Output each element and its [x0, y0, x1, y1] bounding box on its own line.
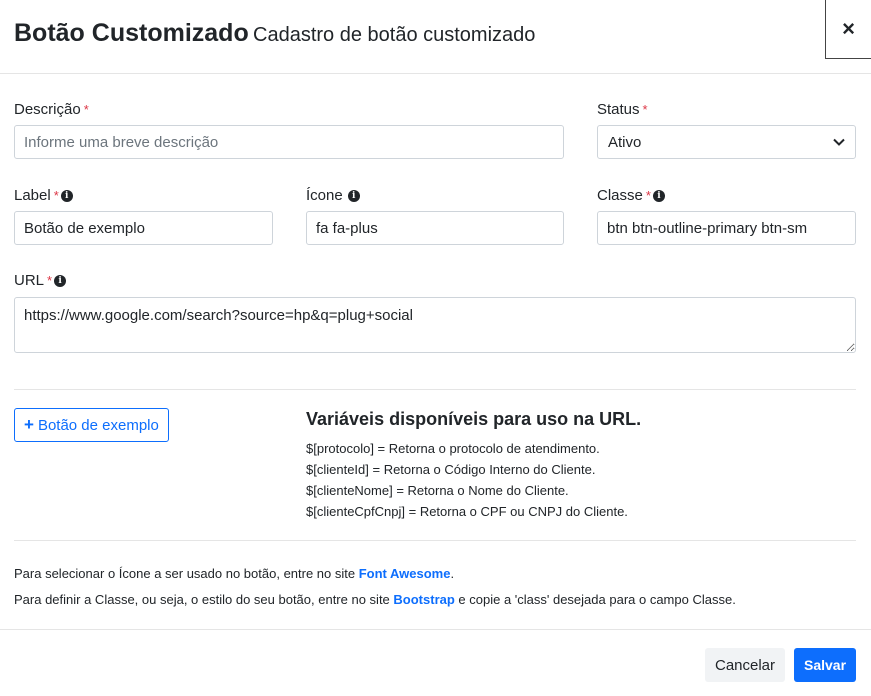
icone-input[interactable]	[306, 211, 564, 245]
url-label: URL * i	[14, 272, 67, 289]
help-line-bootstrap: Para definir a Classe, ou seja, o estilo…	[14, 592, 736, 607]
required-mark: *	[53, 188, 59, 203]
section-divider	[14, 540, 856, 541]
header-divider	[0, 73, 871, 74]
label-field-label: Label * i	[14, 187, 73, 204]
example-preview-label: Botão de exemplo	[37, 416, 159, 434]
close-button[interactable]: ×	[825, 0, 871, 59]
variable-line: $[clienteCpfCnpj] = Retorna o CPF ou CNP…	[306, 504, 628, 519]
classe-input[interactable]	[597, 211, 856, 245]
plus-icon: +	[24, 415, 34, 434]
variable-line: $[protocolo] = Retorna o protocolo de at…	[306, 441, 600, 456]
label-input[interactable]	[14, 211, 273, 245]
info-icon[interactable]: i	[652, 189, 665, 202]
help-line-font-awesome: Para selecionar o Ícone a ser usado no b…	[14, 566, 455, 581]
close-icon: ×	[842, 16, 855, 41]
status-label: Status *	[597, 101, 648, 118]
info-icon[interactable]: i	[54, 274, 67, 287]
info-icon[interactable]: i	[347, 189, 360, 202]
modal-subtitle: Cadastro de botão customizado	[253, 24, 536, 46]
cancel-button[interactable]: Cancelar	[705, 648, 785, 682]
variables-title: Variáveis disponíveis para uso na URL.	[306, 409, 642, 429]
section-divider	[14, 389, 856, 390]
url-textarea[interactable]: https://www.google.com/search?source=hp&…	[14, 297, 856, 353]
info-icon[interactable]: i	[60, 189, 73, 202]
footer-divider	[0, 629, 871, 630]
status-selected-value: Ativo	[608, 133, 642, 151]
required-mark: *	[645, 188, 651, 203]
example-preview-button[interactable]: + Botão de exemplo	[14, 408, 169, 442]
chevron-down-icon	[833, 138, 845, 146]
bootstrap-link[interactable]: Bootstrap	[393, 592, 454, 607]
save-button[interactable]: Salvar	[794, 648, 856, 682]
variable-line: $[clienteId] = Retorna o Código Interno …	[306, 462, 596, 477]
classe-label: Classe * i	[597, 187, 665, 204]
font-awesome-link[interactable]: Font Awesome	[359, 566, 451, 581]
descricao-input[interactable]	[14, 125, 564, 159]
status-select[interactable]: Ativo	[597, 125, 856, 159]
required-mark: *	[47, 273, 53, 288]
icone-label: Ícone i	[306, 187, 360, 204]
variable-line: $[clienteNome] = Retorna o Nome do Clien…	[306, 483, 569, 498]
required-mark: *	[642, 102, 648, 117]
required-mark: *	[83, 102, 89, 117]
modal-title: Botão Customizado	[14, 19, 249, 47]
descricao-label: Descrição *	[14, 101, 89, 118]
